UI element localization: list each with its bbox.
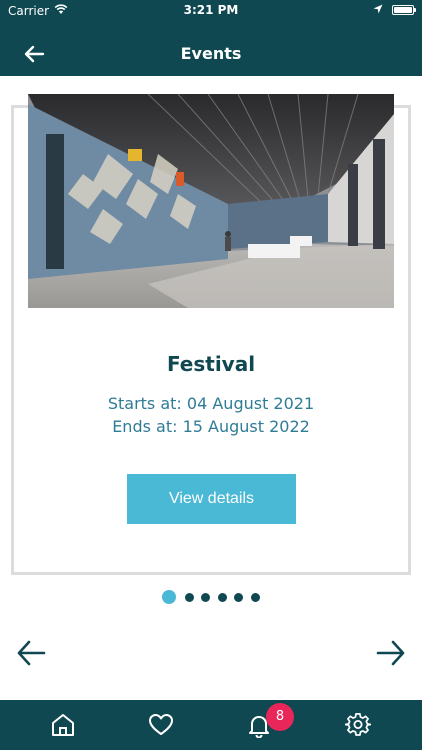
event-title: Festival <box>166 352 256 376</box>
pagination-dot[interactable] <box>201 593 210 602</box>
pagination-dot[interactable] <box>251 593 260 602</box>
gear-icon[interactable] <box>345 712 371 738</box>
event-start-date: Starts at: 04 August 2021 <box>107 394 315 413</box>
location-arrow-icon <box>373 4 383 14</box>
event-end-date: Ends at: 15 August 2022 <box>112 417 310 436</box>
heart-icon[interactable] <box>148 712 174 738</box>
page-title: Events <box>180 44 242 63</box>
status-time: 3:21 PM <box>183 3 239 17</box>
pagination-dot[interactable] <box>218 593 227 602</box>
pagination-dots <box>0 590 422 604</box>
next-arrow-icon[interactable] <box>376 639 406 667</box>
event-image <box>28 94 394 308</box>
previous-arrow-icon[interactable] <box>16 639 46 667</box>
home-icon[interactable] <box>50 712 76 738</box>
battery-icon <box>392 5 416 15</box>
bottom-tab-bar <box>0 700 422 750</box>
pagination-dot[interactable] <box>234 593 243 602</box>
pagination-dot-active[interactable] <box>162 590 176 604</box>
status-bar: Carrier 3:21 PM <box>0 0 422 22</box>
notification-badge: 8 <box>266 703 294 731</box>
view-details-button[interactable]: View details <box>127 474 296 524</box>
event-dates: Starts at: 04 August 2021 Ends at: 15 Au… <box>0 392 422 438</box>
pagination-dot[interactable] <box>185 593 194 602</box>
header-bar: Carrier 3:21 PM Events <box>0 0 422 76</box>
